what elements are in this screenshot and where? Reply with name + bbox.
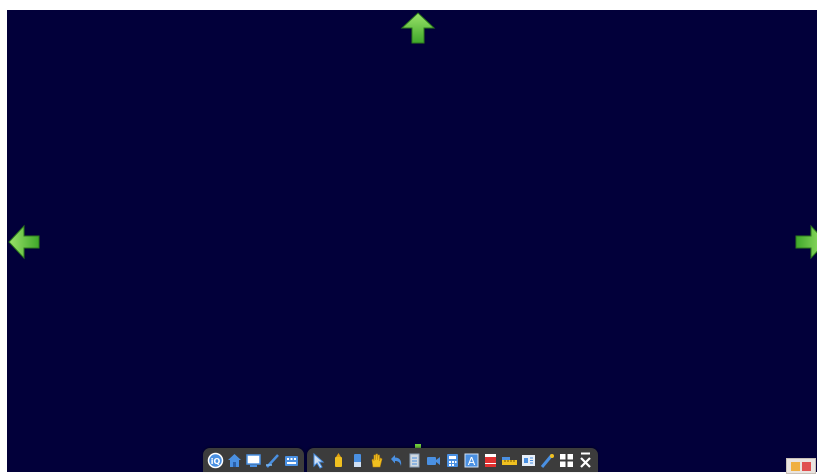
grid-icon[interactable] [558,452,575,469]
marker-icon[interactable] [349,452,366,469]
whiteboard-icon[interactable] [245,452,262,469]
info-icon[interactable]: iQ [207,452,224,469]
document-icon[interactable] [406,452,423,469]
close-icon[interactable] [577,452,594,469]
presentation-canvas[interactable] [7,10,817,472]
eraser-pen-icon[interactable] [539,452,556,469]
pen-brush-icon[interactable] [264,452,281,469]
keyboard-icon[interactable] [283,452,300,469]
pdf-icon[interactable] [482,452,499,469]
swatch-red [802,461,811,471]
highlighter-icon[interactable] [330,452,347,469]
undo-icon[interactable] [387,452,404,469]
hand-icon[interactable] [368,452,385,469]
ruler-icon[interactable] [501,452,518,469]
swatch-orange [791,461,800,471]
arrow-right-icon[interactable] [792,224,817,260]
arrow-left-icon[interactable] [7,224,43,260]
bottom-toolbar: iQ A [203,448,598,472]
text-box-icon[interactable]: A [463,452,480,469]
calculator-icon[interactable] [444,452,461,469]
home-icon[interactable] [226,452,243,469]
pointer-icon[interactable] [311,452,328,469]
svg-text:iQ: iQ [211,457,221,466]
svg-text:A: A [468,455,476,468]
arrow-up-icon[interactable] [400,11,436,47]
video-camera-icon[interactable] [425,452,442,469]
toolbar-right-group: A [307,448,598,472]
speaker-icon[interactable] [520,452,537,469]
toolbar-left-group: iQ [203,448,304,472]
